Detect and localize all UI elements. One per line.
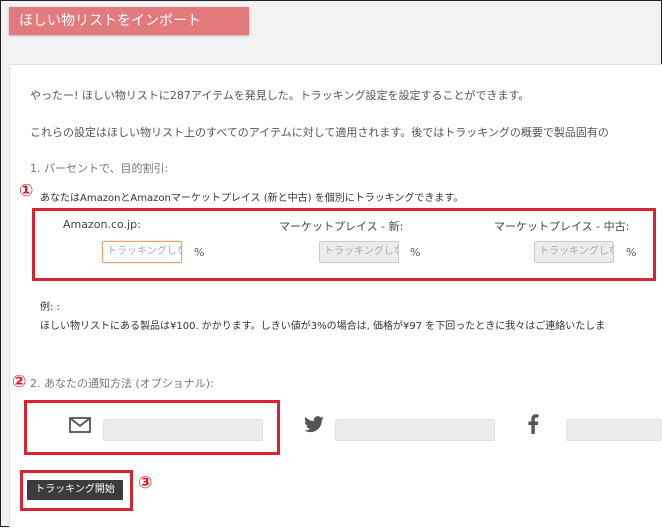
annotation-3: ③ [138,473,153,493]
email-input[interactable] [103,419,263,441]
facebook-icon [527,414,539,438]
amazon-percent-unit: % [194,246,205,259]
tracking-note: あなたはAmazonとAmazonマーケットプレイス (新と中古) を個別にトラ… [40,193,464,204]
twitter-icon [303,416,325,438]
amazon-threshold-input[interactable]: トラッキングしない [102,241,182,263]
marketplace-used-threshold-input[interactable]: トラッキングしない [534,241,614,263]
page-title: ほしい物リストをインポート [9,7,249,35]
section2-heading: 2. あなたの通知方法 (オプショナル): [30,377,214,390]
facebook-input[interactable] [566,419,662,441]
marketplace-new-label: マーケットプレイス - 新: [279,220,404,233]
marketplace-new-threshold-input[interactable]: トラッキングしない [319,241,399,263]
apply-settings-text: これらの設定はほしい物リスト上のすべてのアイテムに対して適用されます。後ではトラ… [30,126,609,139]
email-icon [69,417,91,437]
twitter-input[interactable] [335,419,495,441]
marketplace-new-percent-unit: % [410,246,421,259]
marketplace-used-label: マーケットプレイス - 中古: [494,220,630,233]
example-body: ほしい物リストにある製品は¥100. かかります。しきい値が3%の場合は, 価格… [40,321,606,332]
found-items-text: やったー! ほしい物リストに287アイテムを発見した。トラッキング設定を設定する… [30,89,530,102]
amazon-label: Amazon.co.jp: [63,218,141,231]
start-tracking-button[interactable]: トラッキング開始 [27,480,123,500]
annotation-2: ② [12,372,27,392]
marketplace-used-percent-unit: % [626,246,637,259]
example-title: 例: : [40,302,60,313]
section1-heading: 1. パーセントで、目的割引: [30,162,169,175]
annotation-1: ① [19,181,34,201]
